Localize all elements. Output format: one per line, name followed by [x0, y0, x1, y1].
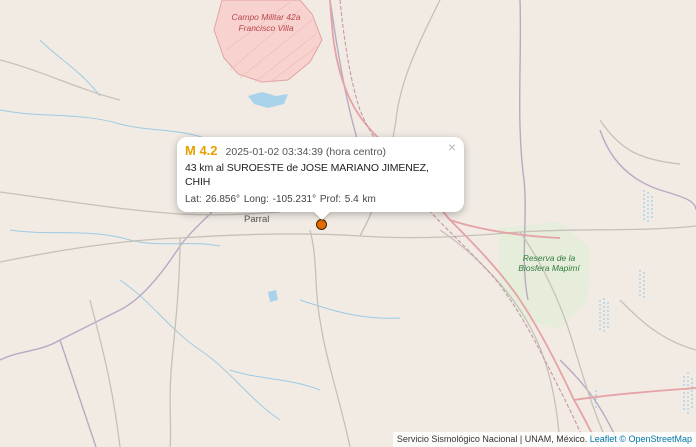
parral-city-label: Parral — [244, 214, 270, 225]
campo-militar-label: Campo Militar 42a Francisco Villa — [231, 12, 301, 33]
event-datetime: 2025-01-02 03:34:39 (hora centro) — [225, 146, 387, 158]
osm-link[interactable]: © OpenStreetMap — [619, 434, 692, 444]
magnitude: M 4.2 — [185, 143, 218, 158]
popup-tip — [313, 211, 331, 220]
popup-header: M 4.2 2025-01-02 03:34:39 (hora centro) — [185, 143, 440, 158]
biosphere-reserve-label: Reserva de la Biosfera Mapimí — [518, 253, 580, 273]
attribution-source: Servicio Sismológico Nacional | UNAM, Mé… — [396, 434, 588, 444]
event-location: 43 km al SUROESTE de JOSE MARIANO JIMENE… — [185, 162, 429, 188]
earthquake-popup: × M 4.2 2025-01-02 03:34:39 (hora centro… — [177, 137, 464, 212]
leaflet-link[interactable]: Leaflet — [590, 434, 617, 444]
close-icon[interactable]: × — [448, 140, 456, 154]
event-coordinates: Lat: 26.856° Long: -105.231° Prof: 5.4 k… — [185, 194, 376, 205]
map-attribution: Servicio Sismológico Nacional | UNAM, Mé… — [392, 432, 696, 447]
map-canvas[interactable] — [0, 0, 696, 447]
earthquake-marker[interactable] — [316, 219, 327, 230]
